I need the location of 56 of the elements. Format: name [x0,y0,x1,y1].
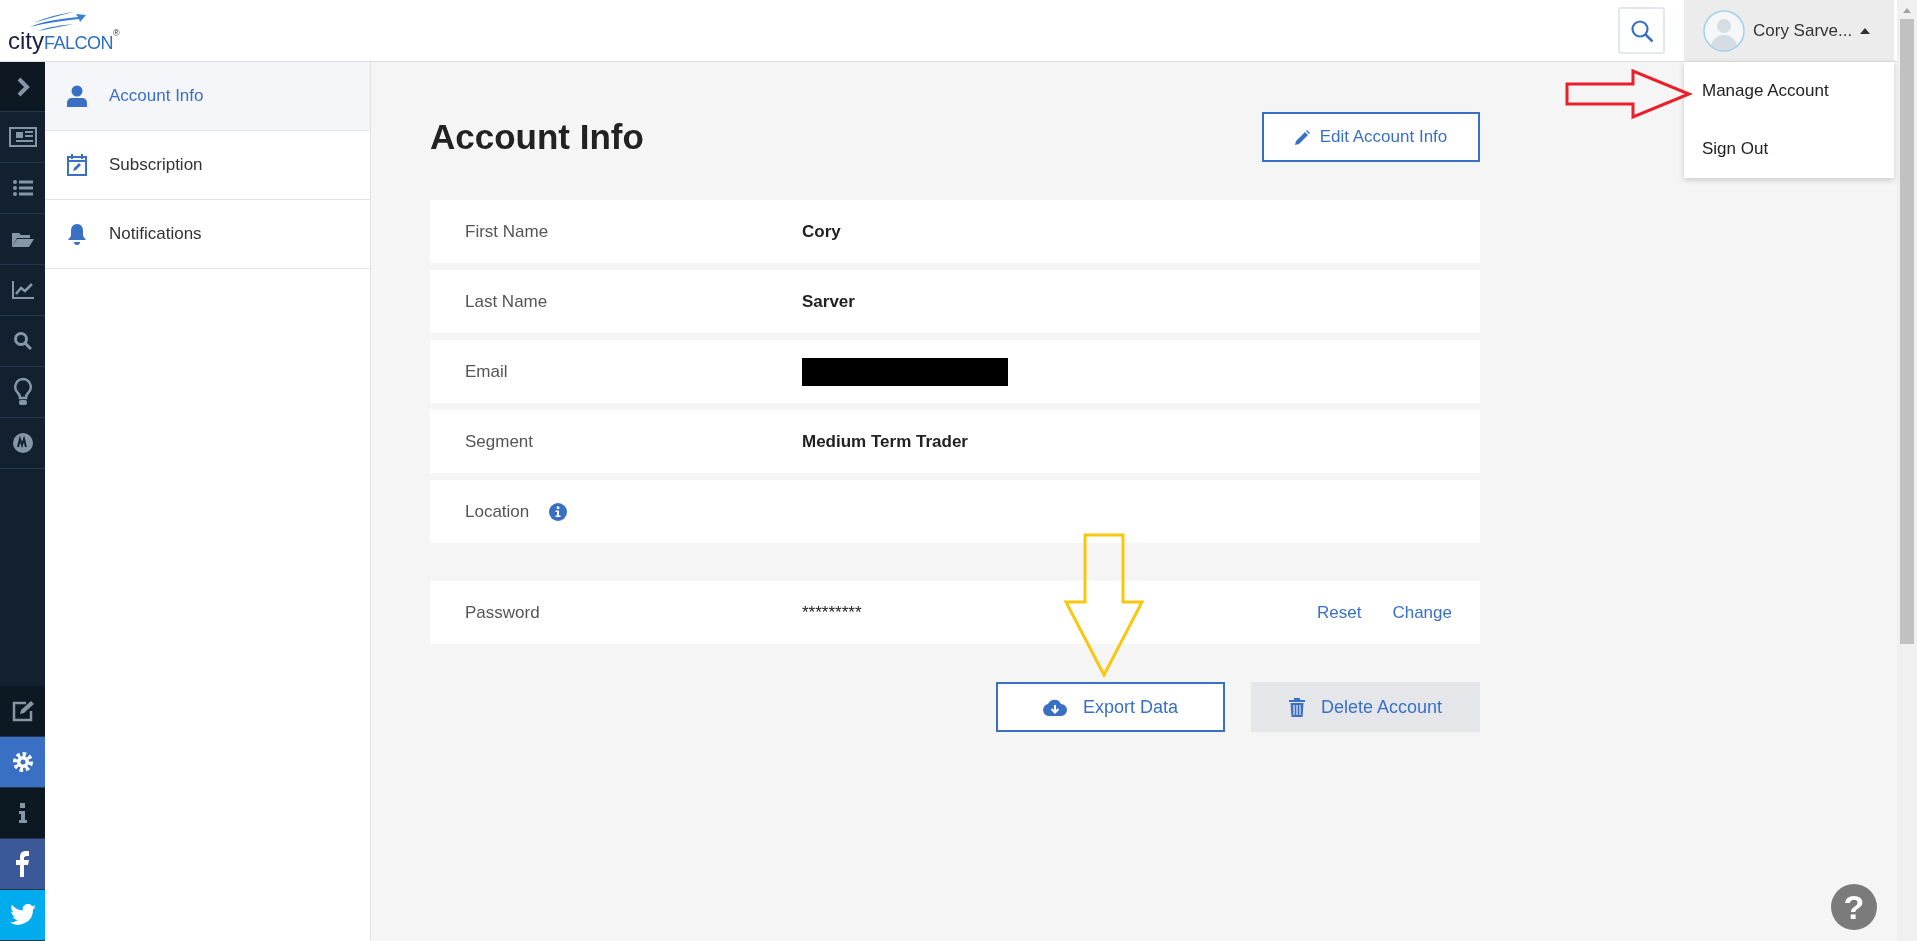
sidebar-icon-button[interactable] [0,788,45,839]
chevron-icon [15,76,30,97]
edit-account-info-button[interactable]: Edit Account Info [1262,112,1480,162]
search-icon [1629,18,1654,43]
field-value: Cory [802,221,841,242]
avatar-icon [1703,9,1745,52]
settings-icon [11,751,34,773]
bell-icon [67,223,87,245]
settings-nav-item[interactable]: Subscription [45,131,370,200]
export-data-button[interactable]: Export Data [996,682,1225,732]
scroll-up-icon [1903,8,1911,13]
lightbulb-icon [12,377,33,407]
field-label: Password [465,602,540,623]
menu-item[interactable]: Sign Out [1684,120,1894,178]
logo[interactable]: cityFALCON® [8,8,120,53]
field-label: Email [465,361,508,382]
cloud-download-icon [1042,698,1067,716]
user-menu-button[interactable]: Cory Sarve... [1684,0,1894,61]
settings-nav-item[interactable]: Notifications [45,200,370,269]
registered-mark: ® [113,28,120,38]
field-value: Medium Term Trader [802,431,968,452]
menu-item[interactable]: Manage Account [1684,62,1894,120]
field-label: Last Name [465,291,548,312]
edit-icon [10,700,35,722]
scrollbar[interactable] [1897,0,1917,941]
badge-icon [10,431,35,455]
calendar-icon [67,154,87,176]
facebook-icon [16,851,29,877]
info-icon [17,803,28,823]
sidebar-icon-button[interactable] [0,839,45,890]
settings-nav-item[interactable]: Account Info [45,62,370,131]
search-icon [13,332,32,350]
sidebar-icon-button[interactable] [0,686,45,737]
sidebar-icon-button[interactable] [0,62,45,112]
password-value: ********* [802,602,862,623]
sidebar-icon-button[interactable] [0,737,45,788]
search-button[interactable] [1618,7,1665,54]
line-chart-icon [11,281,34,299]
field-value: Sarver [802,291,855,312]
field-label: Location [465,501,530,522]
password-link[interactable]: Change [1392,602,1452,623]
bird-icon [9,904,36,926]
page-title: Account Info [430,117,644,157]
newspaper-icon [8,127,37,147]
logo-text: FALCON [44,33,114,52]
field-label: Segment [465,431,534,452]
folder-icon [11,231,34,247]
delete-account-button[interactable]: Delete Account [1251,682,1480,732]
field-label: First Name [465,221,549,242]
trash-icon [1288,697,1305,717]
logo-text: city [8,28,44,53]
pencil-icon [1294,129,1310,145]
info-icon[interactable] [549,502,568,521]
user-icon [67,85,87,107]
list-icon [12,180,33,196]
password-link[interactable]: Reset [1317,602,1362,623]
